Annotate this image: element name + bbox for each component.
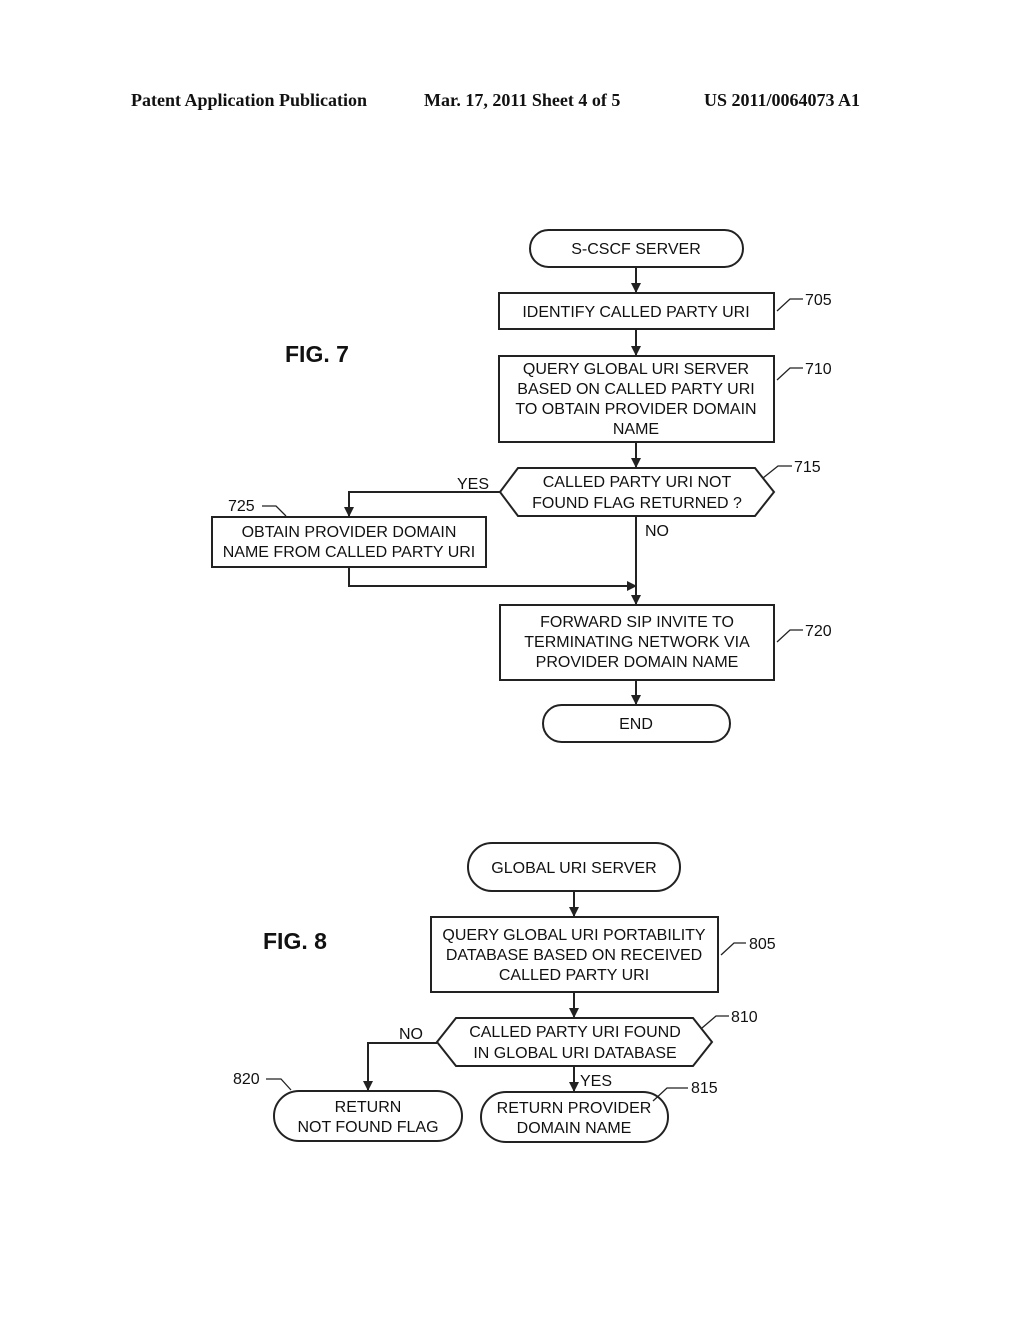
ref-725: 725 bbox=[228, 498, 255, 515]
ref-810-leader bbox=[701, 1015, 729, 1029]
ref-725-leader bbox=[262, 505, 287, 517]
ref-805: 805 bbox=[749, 936, 776, 953]
ref-720: 720 bbox=[805, 623, 832, 640]
arrow-810-no-to-820 bbox=[363, 1042, 437, 1091]
step-710-line-4: NAME bbox=[613, 421, 659, 438]
step-725-box: OBTAIN PROVIDER DOMAIN NAME FROM CALLED … bbox=[211, 516, 487, 568]
step-710-line-1: QUERY GLOBAL URI SERVER bbox=[523, 361, 749, 378]
fig8-start-terminal: GLOBAL URI SERVER bbox=[467, 842, 681, 892]
fig8-title: FIG. 8 bbox=[263, 928, 327, 954]
fig8-start-label: GLOBAL URI SERVER bbox=[491, 860, 656, 877]
step-805-line-3: CALLED PARTY URI bbox=[499, 967, 649, 984]
step-725-line-1: OBTAIN PROVIDER DOMAIN bbox=[242, 524, 457, 541]
end-815-terminal: RETURN PROVIDER DOMAIN NAME bbox=[480, 1091, 669, 1143]
decision-810-yes-label: YES bbox=[580, 1073, 612, 1090]
end-820-line-2: NOT FOUND FLAG bbox=[297, 1119, 438, 1136]
step-720-line-2: TERMINATING NETWORK VIA bbox=[524, 634, 750, 651]
step-705-box: IDENTIFY CALLED PARTY URI bbox=[498, 292, 775, 330]
decision-715: CALLED PARTY URI NOT FOUND FLAG RETURNED… bbox=[498, 467, 776, 517]
fig7-end-terminal: END bbox=[542, 704, 731, 743]
fig7-start-terminal: S-CSCF SERVER bbox=[529, 229, 744, 268]
ref-705: 705 bbox=[805, 292, 832, 309]
flowchart-canvas: FIG. 7 S-CSCF SERVER IDENTIFY CALLED PAR… bbox=[211, 229, 832, 1143]
ref-810: 810 bbox=[731, 1009, 758, 1026]
decision-810-line-1: CALLED PARTY URI FOUND bbox=[469, 1024, 681, 1041]
end-820-line-1: RETURN bbox=[335, 1099, 402, 1116]
decision-810-no-label: NO bbox=[399, 1026, 423, 1043]
decision-715-line-1: CALLED PARTY URI NOT bbox=[543, 474, 732, 491]
step-720-box: FORWARD SIP INVITE TO TERMINATING NETWOR… bbox=[499, 604, 775, 681]
end-815-line-2: DOMAIN NAME bbox=[517, 1120, 632, 1137]
end-820-terminal: RETURN NOT FOUND FLAG bbox=[273, 1090, 463, 1142]
ref-820-leader bbox=[266, 1078, 292, 1091]
end-815-line-1: RETURN PROVIDER bbox=[497, 1100, 652, 1117]
ref-715: 715 bbox=[794, 459, 821, 476]
decision-810: CALLED PARTY URI FOUND IN GLOBAL URI DAT… bbox=[435, 1017, 714, 1067]
arrow-715-yes-to-725 bbox=[344, 491, 500, 517]
step-710-box: QUERY GLOBAL URI SERVER BASED ON CALLED … bbox=[498, 355, 775, 443]
step-805-box: QUERY GLOBAL URI PORTABILITY DATABASE BA… bbox=[430, 916, 719, 993]
arrow-725-to-merge bbox=[348, 567, 637, 591]
ref-720-leader bbox=[776, 629, 803, 643]
fig7-start-label: S-CSCF SERVER bbox=[571, 241, 701, 258]
decision-715-line-2: FOUND FLAG RETURNED ? bbox=[532, 495, 742, 512]
ref-705-leader bbox=[776, 298, 803, 312]
ref-805-leader bbox=[720, 942, 746, 956]
fig7-title: FIG. 7 bbox=[285, 341, 349, 367]
ref-710: 710 bbox=[805, 361, 832, 378]
decision-715-no-label: NO bbox=[645, 523, 669, 540]
step-705-label: IDENTIFY CALLED PARTY URI bbox=[522, 304, 749, 321]
decision-810-line-2: IN GLOBAL URI DATABASE bbox=[473, 1045, 676, 1062]
ref-710-leader bbox=[776, 367, 803, 381]
step-710-line-2: BASED ON CALLED PARTY URI bbox=[517, 381, 754, 398]
step-805-line-2: DATABASE BASED ON RECEIVED bbox=[446, 947, 702, 964]
ref-815: 815 bbox=[691, 1080, 718, 1097]
step-725-line-2: NAME FROM CALLED PARTY URI bbox=[223, 544, 476, 561]
step-805-line-1: QUERY GLOBAL URI PORTABILITY bbox=[442, 927, 706, 944]
step-710-line-3: TO OBTAIN PROVIDER DOMAIN bbox=[515, 401, 756, 418]
ref-820: 820 bbox=[233, 1071, 260, 1088]
ref-715-leader bbox=[762, 465, 792, 479]
step-720-line-1: FORWARD SIP INVITE TO bbox=[540, 614, 734, 631]
decision-715-yes-label: YES bbox=[457, 476, 489, 493]
fig7-end-label: END bbox=[619, 716, 653, 733]
step-720-line-3: PROVIDER DOMAIN NAME bbox=[536, 654, 739, 671]
